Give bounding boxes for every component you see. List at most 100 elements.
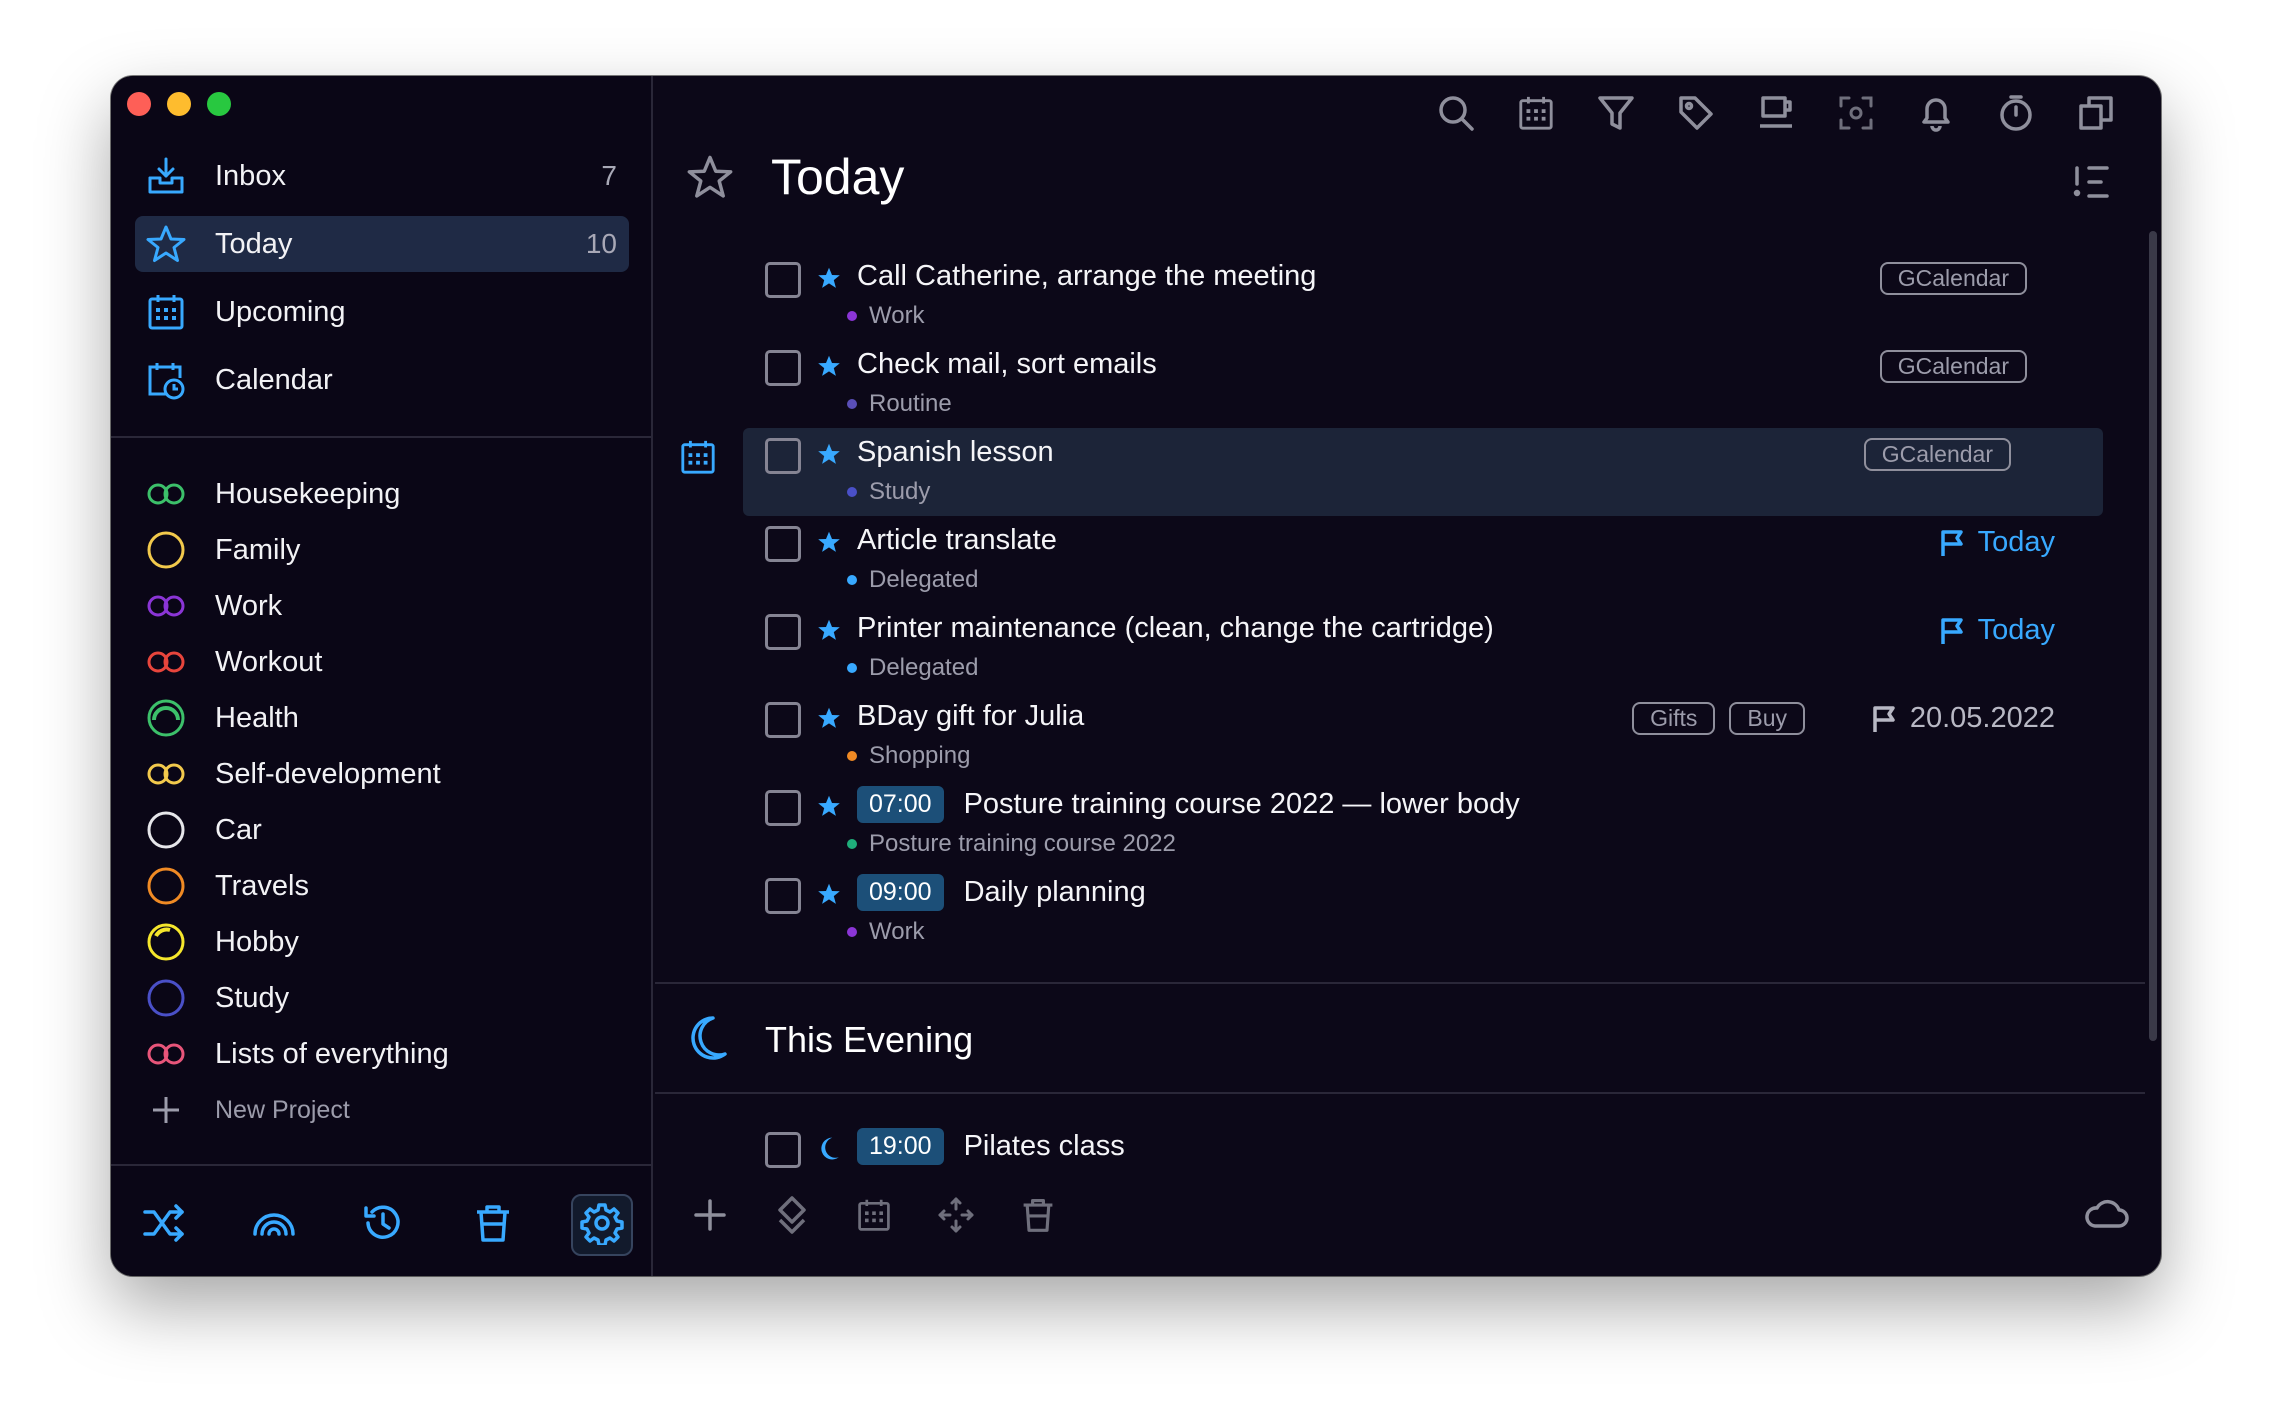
notifications-button[interactable]	[1911, 90, 1961, 140]
task-checkbox[interactable]	[765, 614, 801, 650]
task-title: Daily planning	[963, 875, 1146, 908]
task-row[interactable]: Article translate Delegated Today	[751, 516, 2127, 604]
task-row[interactable]: Check mail, sort emails Routine GCalenda…	[751, 340, 2127, 428]
sidebar-item-today[interactable]: Today 10	[135, 216, 629, 272]
coffee-button[interactable]	[1751, 90, 1801, 140]
add-task-button[interactable]	[685, 1192, 735, 1242]
shuffle-icon	[142, 1203, 186, 1248]
circle-progress-icon	[145, 921, 187, 963]
tag-button[interactable]	[1671, 90, 1721, 140]
flag-icon	[1873, 705, 1895, 732]
due-today-flag[interactable]: Today	[1940, 526, 2055, 559]
task-row-selected[interactable]: Spanish lesson Study GCalendar	[681, 428, 2103, 516]
star-filled-icon	[811, 434, 847, 474]
task-checkbox[interactable]	[765, 350, 801, 386]
project-self-development[interactable]: Self-development	[145, 746, 625, 802]
minimize-window-button[interactable]	[167, 92, 191, 116]
sort-button[interactable]	[2071, 162, 2111, 202]
filter-button[interactable]	[1591, 90, 1641, 140]
due-date-flag[interactable]: 20.05.2022	[1872, 702, 2055, 735]
task-checkbox[interactable]	[765, 262, 801, 298]
task-row[interactable]: Printer maintenance (clean, change the c…	[751, 604, 2127, 692]
task-checkbox[interactable]	[765, 702, 801, 738]
task-tag[interactable]: GCalendar	[1863, 438, 2011, 471]
close-window-button[interactable]	[127, 92, 151, 116]
project-hobby[interactable]: Hobby	[145, 914, 625, 970]
task-tag[interactable]: Buy	[1729, 702, 1805, 735]
flag-icon	[1940, 529, 1963, 556]
star-filled-icon	[811, 258, 847, 298]
task-project-label: Delegated	[869, 654, 979, 681]
sidebar-item-upcoming[interactable]: Upcoming	[135, 284, 629, 340]
task-project-label: Posture training course 2022	[869, 830, 1176, 857]
timer-button[interactable]	[1991, 90, 2041, 140]
schedule-button[interactable]	[849, 1192, 899, 1242]
calendar-grid-icon	[145, 291, 187, 333]
delete-button[interactable]	[1013, 1192, 1063, 1242]
project-study[interactable]: Study	[145, 970, 625, 1026]
project-work[interactable]: Work	[145, 578, 625, 634]
task-tag[interactable]: GCalendar	[1879, 350, 2027, 383]
task-tag[interactable]: GCalendar	[1879, 262, 2027, 295]
task-checkbox[interactable]	[765, 526, 801, 562]
circle-icon	[145, 865, 187, 907]
task-project: Delegated	[847, 654, 978, 682]
task-project: Routine	[847, 390, 952, 418]
shuffle-button[interactable]	[133, 1194, 195, 1256]
project-label: Car	[215, 813, 262, 846]
calendar-view-button[interactable]	[1511, 90, 1561, 140]
task-row[interactable]: BDay gift for Julia Shopping Gifts Buy 2…	[751, 692, 2127, 780]
time-badge[interactable]: 09:00	[857, 873, 944, 911]
time-badge[interactable]: 19:00	[857, 1127, 944, 1165]
project-dot	[847, 839, 857, 849]
due-today-flag[interactable]: Today	[1940, 614, 2055, 647]
project-label: Family	[215, 533, 301, 566]
task-list: Call Catherine, arrange the meeting Work…	[681, 252, 2127, 956]
scrollbar[interactable]	[2149, 231, 2157, 1041]
priority-button[interactable]	[767, 1192, 817, 1242]
cloud-icon	[2083, 1199, 2129, 1234]
task-checkbox[interactable]	[765, 790, 801, 826]
search-button[interactable]	[1431, 90, 1481, 140]
project-family[interactable]: Family	[145, 522, 625, 578]
rainbow-button[interactable]	[243, 1194, 305, 1256]
sidebar-nav: Inbox 7 Today 10 Upcoming Calendar	[135, 148, 629, 420]
new-project-button[interactable]: New Project	[145, 1082, 625, 1138]
project-workout[interactable]: Workout	[145, 634, 625, 690]
history-button[interactable]	[352, 1194, 414, 1256]
task-row[interactable]: 07:00 Posture training course 2022 — low…	[751, 780, 2127, 868]
task-project-label: Work	[869, 302, 925, 329]
bell-icon	[1917, 94, 1955, 137]
task-row[interactable]: 09:00 Daily planning Work	[751, 868, 2127, 956]
sync-button[interactable]	[2083, 1196, 2131, 1236]
task-row[interactable]: 19:00 Pilates class	[751, 1122, 1751, 1182]
move-button[interactable]	[931, 1192, 981, 1242]
copy-button[interactable]	[2071, 90, 2121, 140]
trash-button[interactable]	[462, 1194, 524, 1256]
zoom-window-button[interactable]	[207, 92, 231, 116]
plus-icon	[145, 1089, 187, 1131]
project-lists-of-everything[interactable]: Lists of everything	[145, 1026, 625, 1082]
project-health[interactable]: Health	[145, 690, 625, 746]
move-icon	[936, 1195, 976, 1240]
project-label: Workout	[215, 645, 323, 678]
task-checkbox[interactable]	[765, 438, 801, 474]
project-housekeeping[interactable]: Housekeeping	[145, 466, 625, 522]
task-checkbox[interactable]	[765, 878, 801, 914]
settings-button[interactable]	[571, 1194, 633, 1256]
task-row[interactable]: Call Catherine, arrange the meeting Work…	[751, 252, 2127, 340]
task-title: Pilates class	[963, 1129, 1125, 1162]
sidebar-item-calendar[interactable]: Calendar	[135, 352, 629, 408]
infinity-icon	[145, 585, 187, 627]
project-travels[interactable]: Travels	[145, 858, 625, 914]
timer-icon	[1997, 94, 2035, 137]
infinity-icon	[145, 641, 187, 683]
focus-button[interactable]	[1831, 90, 1881, 140]
time-badge[interactable]: 07:00	[857, 785, 944, 823]
project-car[interactable]: Car	[145, 802, 625, 858]
sidebar-item-inbox[interactable]: Inbox 7	[135, 148, 629, 204]
inbox-icon	[145, 155, 187, 197]
task-checkbox[interactable]	[765, 1132, 801, 1168]
task-project-label: Study	[869, 478, 931, 505]
task-tag[interactable]: Gifts	[1632, 702, 1716, 735]
